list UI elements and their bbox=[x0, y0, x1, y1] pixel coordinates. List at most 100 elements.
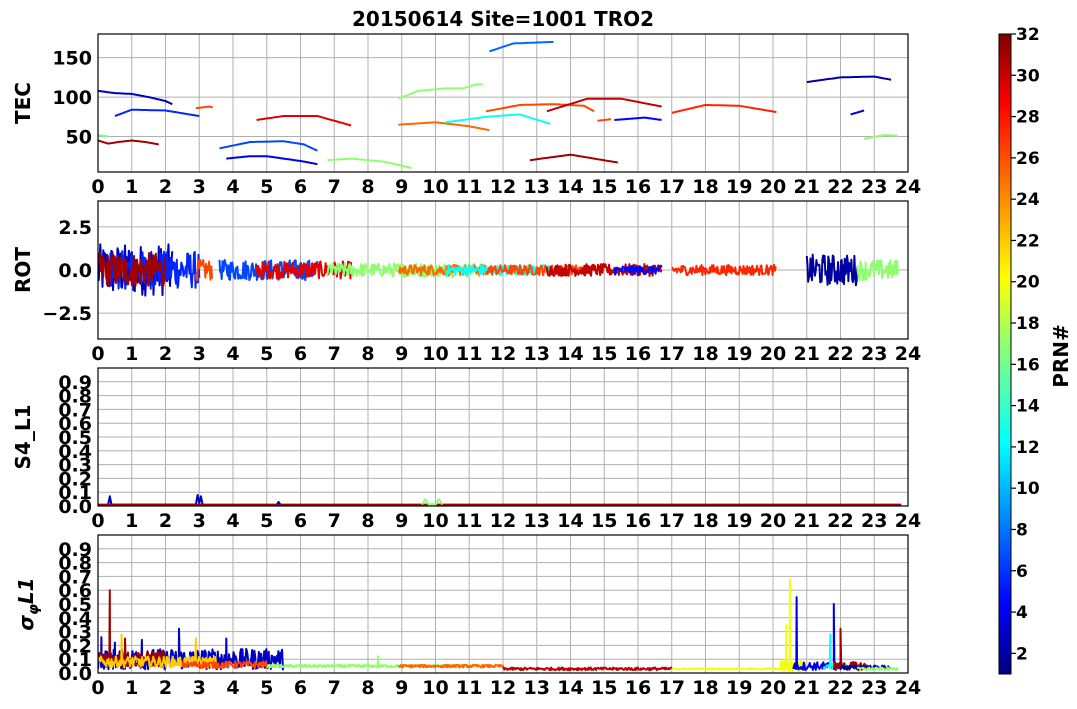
x-tick-label: 21 bbox=[794, 176, 820, 198]
x-tick-label: 6 bbox=[294, 176, 307, 198]
x-tick-label: 11 bbox=[456, 510, 482, 532]
colorbar-tick-label: 30 bbox=[1016, 66, 1040, 86]
x-tick-label: 2 bbox=[159, 510, 172, 532]
colorbar-gradient bbox=[998, 33, 1012, 675]
x-tick-label: 5 bbox=[260, 176, 273, 198]
x-tick-label: 0 bbox=[91, 343, 104, 365]
x-tick-label: 9 bbox=[395, 677, 408, 699]
x-tick-label: 4 bbox=[226, 677, 239, 699]
x-tick-label: 3 bbox=[193, 176, 206, 198]
x-tick-label: 11 bbox=[456, 343, 482, 365]
x-tick-label: 17 bbox=[659, 343, 685, 365]
x-tick-label: 23 bbox=[861, 677, 887, 699]
series-line-prn-2 bbox=[805, 253, 859, 287]
colorbar-tick-label: 12 bbox=[1016, 438, 1040, 458]
x-tick-label: 4 bbox=[226, 510, 239, 532]
x-tick-label: 24 bbox=[895, 510, 921, 532]
x-tick-label: 13 bbox=[524, 677, 550, 699]
series-line-prn-27 bbox=[671, 104, 777, 114]
colorbar-tick-label: 20 bbox=[1016, 273, 1040, 293]
x-tick-label: 4 bbox=[226, 343, 239, 365]
x-tick-label: 2 bbox=[159, 343, 172, 365]
series-line-prn-29 bbox=[256, 115, 352, 127]
x-tick-label: 14 bbox=[557, 176, 583, 198]
x-tick-label: 15 bbox=[591, 677, 617, 699]
series-line-prn-8 bbox=[489, 40, 554, 53]
x-tick-label: 20 bbox=[760, 343, 786, 365]
x-tick-label: 0 bbox=[91, 677, 104, 699]
series-line-prn-26 bbox=[195, 105, 214, 110]
colorbar-tick-label: 24 bbox=[1016, 190, 1040, 210]
x-tick-label: 1 bbox=[125, 510, 138, 532]
colorbar-label: PRN# bbox=[1049, 324, 1073, 388]
x-tick-label: 7 bbox=[328, 510, 341, 532]
series-line-prn-31 bbox=[832, 627, 869, 672]
x-tick-label: 17 bbox=[659, 176, 685, 198]
series-line-prn-26 bbox=[597, 118, 612, 122]
x-tick-label: 20 bbox=[760, 677, 786, 699]
x-tick-label: 1 bbox=[125, 677, 138, 699]
x-tick-label: 17 bbox=[659, 510, 685, 532]
x-tick-label: 19 bbox=[726, 343, 752, 365]
x-tick-label: 8 bbox=[361, 343, 374, 365]
x-tick-label: 5 bbox=[260, 510, 273, 532]
x-tick-label: 14 bbox=[557, 343, 583, 365]
series-line-prn-6 bbox=[114, 108, 200, 117]
x-tick-label: 21 bbox=[794, 343, 820, 365]
figure: 20150614 Site=1001 TRO2 0 1 2 3 4 5 6 7 8 9 10 11 12… bbox=[11, 7, 1073, 699]
x-tick-label: 23 bbox=[861, 343, 887, 365]
colorbar: 2468101214161820222426283032 PRN# bbox=[998, 25, 1073, 675]
x-tick-label: 15 bbox=[591, 510, 617, 532]
x-tick-label: 6 bbox=[294, 677, 307, 699]
series-line-prn-30 bbox=[502, 666, 673, 672]
x-tick-label: 18 bbox=[692, 343, 718, 365]
colorbar-tick-label: 6 bbox=[1016, 562, 1028, 582]
x-tick-label: 10 bbox=[422, 343, 448, 365]
colorbar-tick-label: 4 bbox=[1016, 603, 1028, 623]
series-line-prn-3 bbox=[107, 494, 204, 506]
y-tick-label: −2.5 bbox=[42, 303, 92, 325]
x-tick-label: 18 bbox=[692, 677, 718, 699]
y-axis-label: S4_L1 bbox=[11, 405, 35, 470]
series-line-prn-31 bbox=[98, 139, 159, 146]
x-tick-label: 8 bbox=[361, 176, 374, 198]
x-tick-label: 6 bbox=[294, 510, 307, 532]
x-tick-label: 11 bbox=[456, 176, 482, 198]
series-line-prn-13 bbox=[445, 113, 551, 125]
x-tick-label: 13 bbox=[524, 176, 550, 198]
x-tick-label: 22 bbox=[827, 176, 853, 198]
x-tick-label: 18 bbox=[692, 176, 718, 198]
x-tick-label: 7 bbox=[328, 677, 341, 699]
x-tick-label: 10 bbox=[422, 677, 448, 699]
series-line-prn-17 bbox=[398, 83, 484, 100]
panel-2: 0 1 2 3 4 5 6 7 8 9 10 11 12 13 14 15 16 17 18 19 20 21 22 23 24… bbox=[11, 200, 921, 365]
x-tick-label: 16 bbox=[625, 343, 651, 365]
x-tick-label: 1 bbox=[125, 176, 138, 198]
x-tick-label: 5 bbox=[260, 677, 273, 699]
x-tick-label: 17 bbox=[659, 677, 685, 699]
x-tick-label: 3 bbox=[193, 677, 206, 699]
x-tick-label: 10 bbox=[422, 176, 448, 198]
y-tick-label: 0.0 bbox=[58, 260, 92, 282]
colorbar-tick-label: 8 bbox=[1016, 520, 1028, 540]
panels-layer: 0 1 2 3 4 5 6 7 8 9 10 11 12 13 14 15 16 17 18 19 20 21 22 23 24… bbox=[11, 33, 921, 699]
series-line-prn-4 bbox=[226, 155, 318, 166]
y-tick-label: 50 bbox=[66, 127, 92, 149]
colorbar-tick-label: 10 bbox=[1016, 479, 1040, 499]
series-line-prn-25 bbox=[398, 121, 490, 132]
x-tick-label: 24 bbox=[895, 677, 921, 699]
colorbar-tick-label: 18 bbox=[1016, 314, 1040, 334]
colorbar-tick-label: 2 bbox=[1016, 644, 1028, 664]
colorbar-tick-label: 28 bbox=[1016, 108, 1040, 128]
x-tick-label: 0 bbox=[91, 176, 104, 198]
y-tick-label: 150 bbox=[52, 48, 92, 70]
y-axis-label: σφL1 bbox=[14, 577, 42, 630]
x-tick-label: 12 bbox=[490, 510, 516, 532]
x-tick-label: 2 bbox=[159, 677, 172, 699]
x-tick-label: 21 bbox=[794, 510, 820, 532]
x-tick-label: 1 bbox=[125, 343, 138, 365]
series-group bbox=[98, 494, 902, 506]
y-tick-label: 100 bbox=[52, 87, 92, 109]
series-line-prn-17 bbox=[327, 157, 413, 170]
x-tick-label: 23 bbox=[861, 176, 887, 198]
